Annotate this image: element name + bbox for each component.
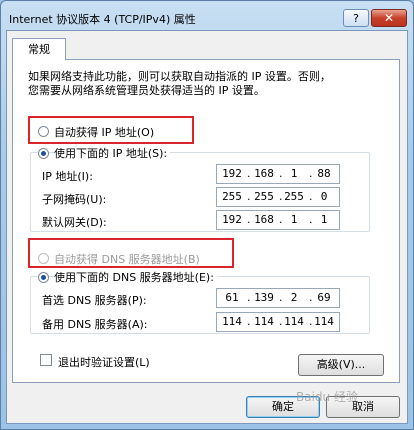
ip-address-field[interactable]: 192 . 168 . 1 . 88 [216, 164, 340, 184]
dns-manual-radio[interactable] [38, 272, 49, 283]
ip-address-octet-4: 88 [317, 167, 331, 180]
default-gateway-octet-4: 1 [320, 213, 328, 226]
highlight-dns-auto [28, 238, 234, 268]
octet-dot: . [247, 213, 251, 226]
default-gateway-octet-2: 168 [254, 213, 274, 226]
alternate-dns-octet-3: 114 [284, 315, 304, 328]
alternate-dns-octet-2: 114 [254, 315, 274, 328]
advanced-button[interactable]: 高级(V)... [298, 354, 384, 376]
alternate-dns-field[interactable]: 114 . 114 . 114 . 114 [216, 312, 340, 332]
close-button[interactable]: ✕ [371, 9, 407, 27]
default-gateway-octet-3: 1 [290, 213, 298, 226]
alternate-dns-octet-1: 114 [222, 315, 242, 328]
subnet-mask-octet-4: 0 [320, 190, 328, 203]
tab-general[interactable]: 常规 [12, 38, 66, 60]
subnet-mask-label: 子网掩码(U): [42, 193, 107, 206]
octet-dot: . [247, 190, 251, 203]
default-gateway-field[interactable]: 192 . 168 . 1 . 1 [216, 210, 340, 230]
default-gateway-label: 默认网关(D): [42, 216, 107, 229]
default-gateway-octet-1: 192 [222, 213, 242, 226]
preferred-dns-octet-4: 69 [317, 291, 331, 304]
alternate-dns-label: 备用 DNS 服务器(A): [42, 318, 148, 331]
octet-dot: . [247, 315, 251, 328]
ip-manual-radio[interactable] [38, 148, 49, 159]
highlight-ip-auto [28, 116, 194, 144]
preferred-dns-octet-1: 61 [225, 291, 239, 304]
window-title: Internet 协议版本 4 (TCP/IPv4) 属性 [9, 13, 196, 26]
ip-manual-label[interactable]: 使用下面的 IP 地址(S): [54, 145, 171, 161]
ip-address-octet-1: 192 [222, 167, 242, 180]
ip-address-octet-2: 168 [254, 167, 274, 180]
preferred-dns-field[interactable]: 61 . 139 . 2 . 69 [216, 288, 340, 308]
subnet-mask-field[interactable]: 255 . 255 . 255 . 0 [216, 187, 340, 207]
validate-on-exit-label[interactable]: 退出时验证设置(L) [58, 354, 150, 370]
dns-manual-label[interactable]: 使用下面的 DNS 服务器地址(E): [54, 269, 217, 285]
description-line-2: 您需要从网络系统管理员处获得适当的 IP 设置。 [28, 84, 265, 97]
ip-address-octet-3: 1 [290, 167, 298, 180]
octet-dot: . [247, 291, 251, 304]
baidu-watermark: Baidu 经验 [296, 390, 358, 404]
help-button[interactable]: ? [343, 9, 369, 27]
preferred-dns-octet-2: 139 [254, 291, 274, 304]
subnet-mask-octet-1: 255 [222, 190, 242, 203]
alternate-dns-octet-4: 114 [314, 315, 334, 328]
preferred-dns-octet-3: 2 [290, 291, 298, 304]
ip-address-label: IP 地址(I): [42, 170, 93, 183]
subnet-mask-octet-3: 255 [284, 190, 304, 203]
octet-dot: . [247, 167, 251, 180]
subnet-mask-octet-2: 255 [254, 190, 274, 203]
validate-on-exit-checkbox[interactable] [40, 354, 52, 366]
preferred-dns-label: 首选 DNS 服务器(P): [42, 294, 147, 307]
